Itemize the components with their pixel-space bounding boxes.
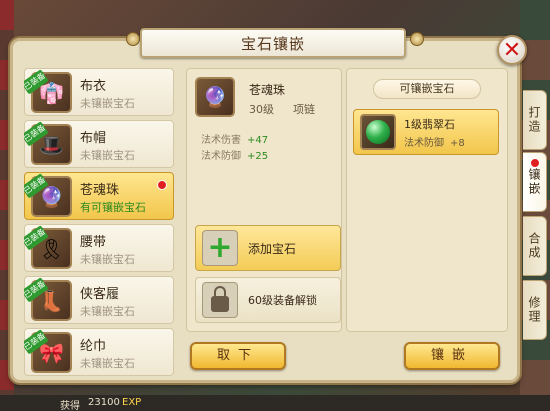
gem-attribute-value: +8 xyxy=(450,138,465,149)
tab-synthesize[interactable]: 合成 xyxy=(523,216,547,276)
tab-forge[interactable]: 打造 xyxy=(523,90,547,150)
available-gems-title: 可镶嵌宝石 xyxy=(373,79,481,99)
item-status: 有可镶嵌宝石 xyxy=(80,201,146,214)
alert-dot-icon xyxy=(530,158,540,168)
item-name: 布衣 xyxy=(80,79,107,94)
selected-item-type: 项链 xyxy=(293,103,315,116)
item-status: 未镶嵌宝石 xyxy=(80,357,135,370)
item-name: 纶巾 xyxy=(80,339,107,354)
add-gem-slot[interactable]: + 添加宝石 xyxy=(195,225,341,271)
gain-label: 获得 xyxy=(60,401,80,411)
close-button[interactable]: ✕ xyxy=(497,35,527,65)
locked-slot-label: 60级装备解锁 xyxy=(248,294,317,307)
equipment-item-cloth-armor[interactable]: 👘 已装备 布衣 未镶嵌宝石 xyxy=(24,68,174,116)
emerald-gem-icon xyxy=(360,114,396,150)
item-name: 腰带 xyxy=(80,235,107,250)
close-icon: ✕ xyxy=(502,37,522,63)
item-status: 未镶嵌宝石 xyxy=(80,253,135,266)
attribute-value: +25 xyxy=(247,151,269,162)
item-status: 未镶嵌宝石 xyxy=(80,305,135,318)
gem-attribute-label: 法术防御 xyxy=(404,138,444,149)
remove-gem-button[interactable]: 取下 xyxy=(190,342,286,370)
gem-name: 1级翡翠石 xyxy=(404,118,455,131)
scene-status-strip: 获得 23100 EXP xyxy=(0,395,550,411)
inlay-gem-button[interactable]: 镶嵌 xyxy=(404,342,500,370)
available-gems-panel: 可镶嵌宝石 1级翡翠石 法术防御 +8 xyxy=(346,68,508,332)
attribute-label: 法术伤害 xyxy=(201,135,241,146)
item-name: 布帽 xyxy=(80,131,107,146)
lock-icon xyxy=(202,282,238,318)
attribute-row: 法术伤害 +47 xyxy=(201,131,268,146)
attribute-row: 法术防御 +25 xyxy=(201,147,268,162)
title-ornament-left xyxy=(126,32,140,46)
attribute-label: 法术防御 xyxy=(201,151,241,162)
exp-tag: EXP xyxy=(122,397,142,408)
item-status: 未镶嵌宝石 xyxy=(80,97,135,110)
gem-attribute: 法术防御 +8 xyxy=(404,134,465,149)
equipment-item-cloth-hat[interactable]: 🎩 已装备 布帽 未镶嵌宝石 xyxy=(24,120,174,168)
attribute-value: +47 xyxy=(247,135,269,146)
title-ornament-right xyxy=(410,32,424,46)
window-title: 宝石镶嵌 xyxy=(140,28,406,58)
equipment-item-belt[interactable]: 🎗 已装备 腰带 未镶嵌宝石 xyxy=(24,224,174,272)
add-gem-label: 添加宝石 xyxy=(248,242,297,256)
equipment-item-headband[interactable]: 🎀 已装备 纶巾 未镶嵌宝石 xyxy=(24,328,174,376)
equipment-item-boots[interactable]: 👢 已装备 侠客履 未镶嵌宝石 xyxy=(24,276,174,324)
gem-card-emerald[interactable]: 1级翡翠石 法术防御 +8 xyxy=(353,109,499,155)
selected-item-level: 30级 xyxy=(249,103,274,116)
gain-value: 23100 xyxy=(88,397,120,408)
tab-repair[interactable]: 修理 xyxy=(523,280,547,340)
equipment-item-soul-orb[interactable]: 🔮 已装备 苍魂珠 有可镶嵌宝石 xyxy=(24,172,174,220)
soul-orb-icon: 🔮 xyxy=(195,77,235,117)
locked-gem-slot: 60级装备解锁 xyxy=(195,277,341,323)
alert-dot-icon xyxy=(157,180,167,190)
plus-icon: + xyxy=(202,230,238,266)
selected-item-panel: 🔮 苍魂珠 30级 项链 法术伤害 +47 法术防御 +25 + 添加宝石 60级装… xyxy=(186,68,342,332)
item-name: 侠客履 xyxy=(80,287,120,302)
selected-item-name: 苍魂珠 xyxy=(249,83,286,97)
equipment-list[interactable]: 👘 已装备 布衣 未镶嵌宝石 🎩 已装备 布帽 未镶嵌宝石 🔮 已装备 苍魂珠 … xyxy=(24,68,174,380)
item-status: 未镶嵌宝石 xyxy=(80,149,135,162)
item-name: 苍魂珠 xyxy=(80,183,120,198)
